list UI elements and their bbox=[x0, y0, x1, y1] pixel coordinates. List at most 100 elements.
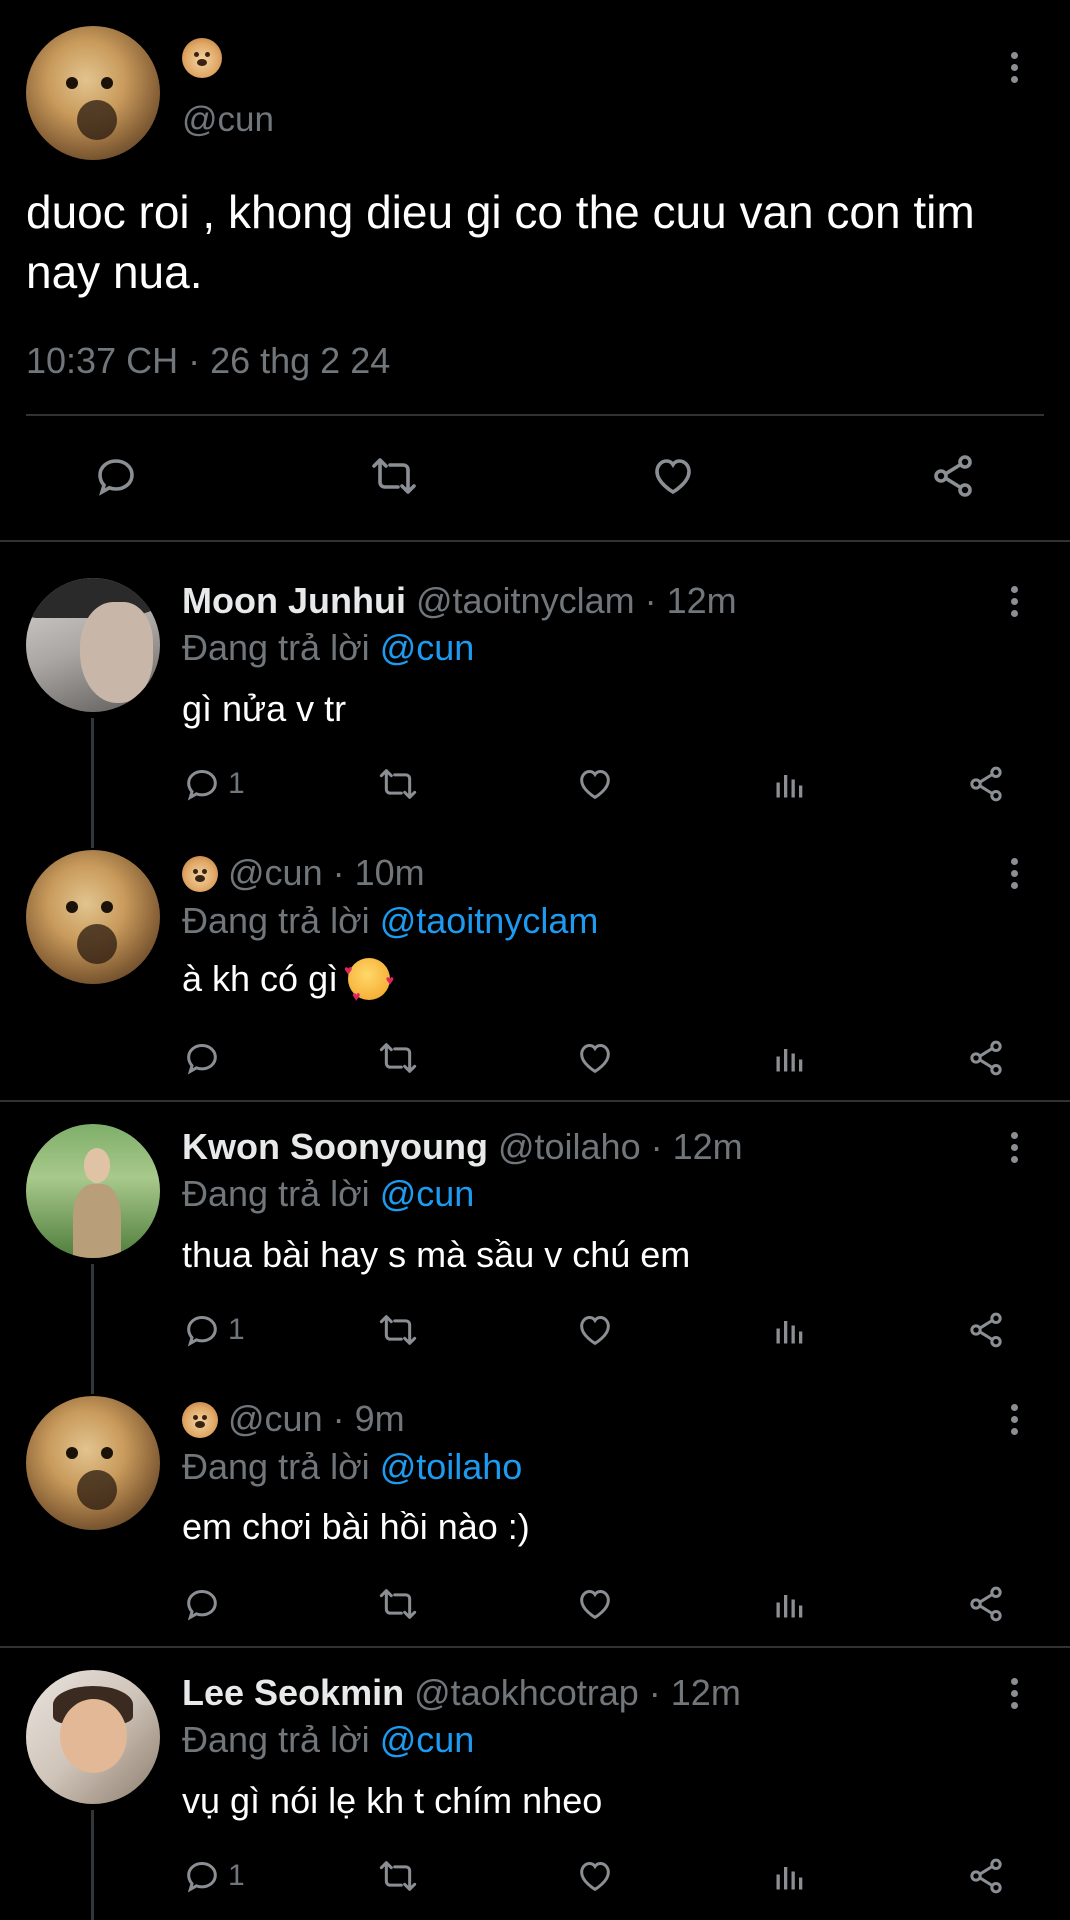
reply-1-display-name[interactable]: Moon Junhui bbox=[182, 580, 406, 621]
reply-3-like-button[interactable] bbox=[574, 1310, 616, 1350]
reply-1-time: · 12m bbox=[644, 580, 737, 621]
reply-2-views-button[interactable] bbox=[772, 1038, 808, 1078]
reply-3-more-icon[interactable] bbox=[1011, 1132, 1019, 1168]
replying-prefix: Đang trả lời bbox=[182, 1719, 370, 1760]
reply-2-time: · 10m bbox=[332, 852, 425, 893]
reply-4-more-icon[interactable] bbox=[1011, 1404, 1019, 1440]
main-like-button[interactable] bbox=[648, 452, 698, 500]
main-reply-button[interactable] bbox=[92, 452, 140, 500]
reply-5-more-icon[interactable] bbox=[1011, 1678, 1019, 1714]
reply-5-like-button[interactable] bbox=[574, 1856, 616, 1896]
heart-icon bbox=[580, 1315, 610, 1346]
thread-line bbox=[91, 718, 94, 848]
views-icon bbox=[776, 1595, 803, 1618]
reply-3-header: Kwon Soonyoung @toilaho · 12m bbox=[182, 1126, 743, 1168]
reply-4-text: em chơi bài hồi nào :) bbox=[182, 1506, 530, 1547]
reply-1-retweet-button[interactable] bbox=[376, 764, 420, 804]
reply-3-retweet-button[interactable] bbox=[376, 1310, 420, 1350]
reply-3-avatar[interactable] bbox=[26, 1124, 160, 1258]
reply-5-reply-button[interactable]: 1 bbox=[182, 1856, 245, 1896]
replying-to-link[interactable]: @cun bbox=[380, 1173, 475, 1214]
reply-3-text: thua bài hay s mà sầu v chú em bbox=[182, 1234, 691, 1275]
reply-3-display-name[interactable]: Kwon Soonyoung bbox=[182, 1126, 488, 1167]
reply-1-like-button[interactable] bbox=[574, 764, 616, 804]
thread-line bbox=[91, 1810, 94, 1920]
replying-to-link[interactable]: @cun bbox=[380, 1719, 475, 1760]
reply-5-share-button[interactable] bbox=[966, 1856, 1006, 1896]
share-icon bbox=[970, 1040, 1002, 1076]
reply-3-replying-to: Đang trả lời @cun bbox=[182, 1173, 474, 1215]
reply-5-handle[interactable]: @taokhcotrap bbox=[414, 1672, 639, 1713]
reply-2-handle[interactable]: @cun bbox=[228, 852, 323, 893]
reply-1-handle[interactable]: @taoitnyclam bbox=[416, 580, 635, 621]
reply-1-reply-button[interactable]: 1 bbox=[182, 764, 245, 804]
reply-count: 1 bbox=[228, 767, 245, 800]
reply-3-time: · 12m bbox=[650, 1126, 743, 1167]
reply-4-share-button[interactable] bbox=[966, 1584, 1006, 1624]
reply-2-retweet-button[interactable] bbox=[376, 1038, 420, 1078]
reply-4-retweet-button[interactable] bbox=[376, 1584, 420, 1624]
reply-2-like-button[interactable] bbox=[574, 1038, 616, 1078]
reply-3-share-button[interactable] bbox=[966, 1310, 1006, 1350]
reply-5-display-name[interactable]: Lee Seokmin bbox=[182, 1672, 404, 1713]
reply-2-reply-button[interactable] bbox=[182, 1038, 228, 1078]
replying-to-link[interactable]: @cun bbox=[380, 627, 475, 668]
views-icon bbox=[776, 1321, 803, 1344]
reply-1-avatar[interactable] bbox=[26, 578, 160, 712]
reply-icon bbox=[187, 1043, 217, 1075]
reply-3-handle[interactable]: @toilaho bbox=[498, 1126, 641, 1167]
dog-emoji-icon bbox=[182, 1402, 218, 1438]
reply-2-text: à kh có gì bbox=[182, 958, 339, 999]
reply-4-header: @cun · 9m bbox=[182, 1398, 405, 1440]
reply-2-avatar[interactable] bbox=[26, 850, 160, 984]
reply-count: 1 bbox=[228, 1859, 245, 1892]
replying-to-link[interactable]: @toilaho bbox=[380, 1446, 523, 1487]
main-share-button[interactable] bbox=[928, 452, 978, 500]
reply-icon bbox=[187, 1861, 217, 1893]
replying-to-link[interactable]: @taoitnyclam bbox=[380, 900, 599, 941]
reply-5-views-button[interactable] bbox=[772, 1856, 808, 1896]
retweet-icon bbox=[379, 1861, 417, 1891]
replying-prefix: Đang trả lời bbox=[182, 627, 370, 668]
reply-4-handle[interactable]: @cun bbox=[228, 1398, 323, 1439]
reply-4-views-button[interactable] bbox=[772, 1584, 808, 1624]
share-icon bbox=[934, 455, 972, 497]
reply-5-retweet-button[interactable] bbox=[376, 1856, 420, 1896]
main-retweet-button[interactable] bbox=[368, 452, 420, 500]
reply-1-more-icon[interactable] bbox=[1011, 586, 1019, 622]
reply-2-share-button[interactable] bbox=[966, 1038, 1006, 1078]
share-icon bbox=[970, 1586, 1002, 1622]
reply-5-replying-to: Đang trả lời @cun bbox=[182, 1719, 474, 1761]
reply-icon bbox=[98, 459, 134, 496]
share-icon bbox=[970, 766, 1002, 802]
reply-1-views-button[interactable] bbox=[772, 764, 808, 804]
retweet-icon bbox=[372, 458, 416, 494]
reply-icon bbox=[187, 769, 217, 801]
heart-icon bbox=[580, 1043, 610, 1074]
reply-1-header: Moon Junhui @taoitnyclam · 12m bbox=[182, 580, 737, 622]
reply-2-text-row: à kh có gì ♥ ♥ ♥ bbox=[182, 958, 394, 1004]
reply-3-reply-button[interactable]: 1 bbox=[182, 1310, 245, 1350]
reply-3-views-button[interactable] bbox=[772, 1310, 808, 1350]
reply-1-share-button[interactable] bbox=[966, 764, 1006, 804]
main-post-display-name-emoji bbox=[182, 38, 222, 78]
main-post-more-icon[interactable] bbox=[1011, 52, 1019, 88]
reply-5-avatar[interactable] bbox=[26, 1670, 160, 1804]
main-post-username[interactable]: @cun bbox=[182, 100, 274, 140]
main-post-avatar[interactable] bbox=[26, 26, 160, 160]
reply-icon bbox=[187, 1589, 217, 1621]
reply-4-time: · 9m bbox=[332, 1398, 405, 1439]
retweet-icon bbox=[379, 1589, 417, 1619]
retweet-icon bbox=[379, 769, 417, 799]
reply-icon bbox=[187, 1315, 217, 1347]
share-icon bbox=[970, 1312, 1002, 1348]
reply-4-avatar[interactable] bbox=[26, 1396, 160, 1530]
reply-4-replying-to: Đang trả lời @toilaho bbox=[182, 1446, 522, 1488]
section-divider bbox=[0, 540, 1070, 542]
heart-icon bbox=[580, 769, 610, 800]
reply-5-time: · 12m bbox=[648, 1672, 741, 1713]
reply-4-like-button[interactable] bbox=[574, 1584, 616, 1624]
reply-2-more-icon[interactable] bbox=[1011, 858, 1019, 894]
heart-icon bbox=[580, 1861, 610, 1892]
reply-4-reply-button[interactable] bbox=[182, 1584, 228, 1624]
